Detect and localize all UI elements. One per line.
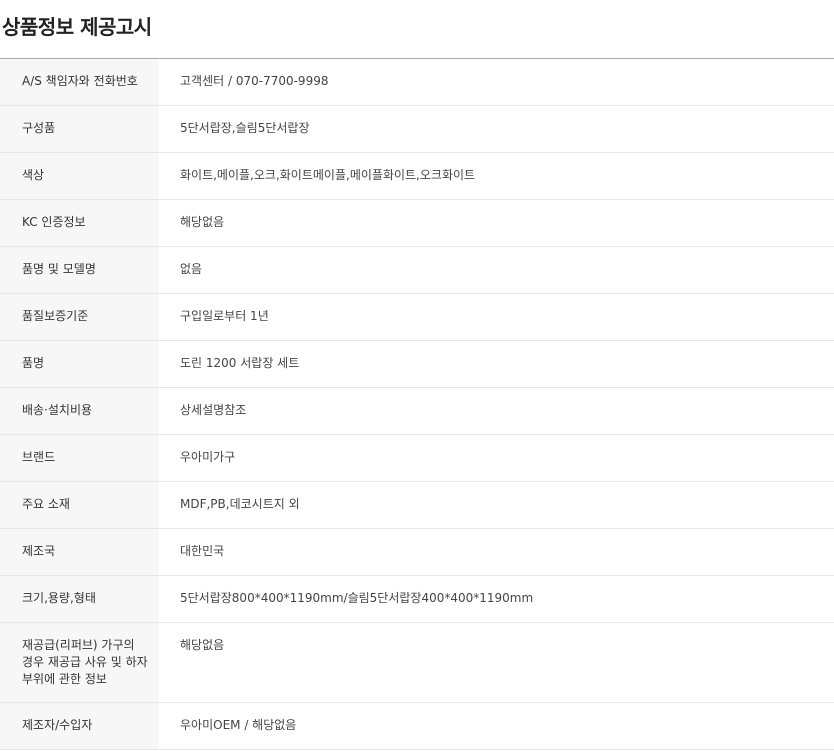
- table-row: 제조국 대한민국: [0, 528, 834, 575]
- table-row: 제조자/수입자 우아미OEM / 해당없음: [0, 702, 834, 749]
- row-label: 색상: [0, 152, 159, 199]
- row-value: 도린 1200 서랍장 세트: [180, 355, 300, 370]
- row-value: 우아미OEM / 해당없음: [180, 717, 297, 732]
- row-value: 없음: [180, 261, 203, 276]
- table-row: 구성품 5단서랍장,슬림5단서랍장: [0, 105, 834, 152]
- row-label: 품명: [0, 340, 159, 387]
- product-info-table: A/S 책임자와 전화번호 고객센터 / 070-7700-9998 구성품 5…: [0, 59, 834, 750]
- row-value: 해당없음: [180, 214, 225, 229]
- row-label: 크기,용량,형태: [0, 575, 159, 622]
- row-label: 브랜드: [0, 434, 159, 481]
- row-label: 재공급(리퍼브) 가구의 경우 재공급 사유 및 하자 부위에 관한 정보: [0, 622, 159, 702]
- row-label: 제조자/수입자: [0, 702, 159, 749]
- row-value: 고객센터 / 070-7700-9998: [180, 74, 329, 88]
- row-label: 배송·설치비용: [0, 387, 159, 434]
- row-value: MDF,PB,데코시트지 외: [180, 496, 300, 511]
- row-label: A/S 책임자와 전화번호: [0, 59, 159, 105]
- row-label: 제조국: [0, 528, 159, 575]
- table-row: 재공급(리퍼브) 가구의 경우 재공급 사유 및 하자 부위에 관한 정보 해당…: [0, 622, 834, 702]
- row-label: KC 인증정보: [0, 199, 159, 246]
- row-value: 대한민국: [180, 543, 225, 558]
- table-row: 브랜드 우아미가구: [0, 434, 834, 481]
- table-row: 배송·설치비용 상세설명참조: [0, 387, 834, 434]
- row-label: 구성품: [0, 105, 159, 152]
- table-row: 색상 화이트,메이플,오크,화이트메이플,메이플화이트,오크화이트: [0, 152, 834, 199]
- row-label: 품명 및 모델명: [0, 246, 159, 293]
- table-row: 품질보증기준 구입일로부터 1년: [0, 293, 834, 340]
- row-label: 주요 소재: [0, 481, 159, 528]
- table-row: KC 인증정보 해당없음: [0, 199, 834, 246]
- table-row: 품명 및 모델명 없음: [0, 246, 834, 293]
- row-label: 품질보증기준: [0, 293, 159, 340]
- row-value: 5단서랍장800*400*1190mm/슬림5단서랍장400*400*1190m…: [180, 590, 534, 605]
- product-info-notice: 상품정보 제공고시 A/S 책임자와 전화번호 고객센터 / 070-7700-…: [0, 0, 834, 751]
- row-value: 우아미가구: [180, 449, 236, 464]
- row-value: 해당없음: [180, 637, 225, 652]
- table-row: 주요 소재 MDF,PB,데코시트지 외: [0, 481, 834, 528]
- row-value: 상세설명참조: [180, 402, 247, 417]
- row-value: 5단서랍장,슬림5단서랍장: [180, 120, 310, 135]
- table-row: A/S 책임자와 전화번호 고객센터 / 070-7700-9998: [0, 59, 834, 105]
- row-value: 구입일로부터 1년: [180, 308, 269, 323]
- page-title: 상품정보 제공고시: [0, 0, 834, 59]
- table-row: 크기,용량,형태 5단서랍장800*400*1190mm/슬림5단서랍장400*…: [0, 575, 834, 622]
- table-row: 품명 도린 1200 서랍장 세트: [0, 340, 834, 387]
- row-value: 화이트,메이플,오크,화이트메이플,메이플화이트,오크화이트: [180, 167, 476, 182]
